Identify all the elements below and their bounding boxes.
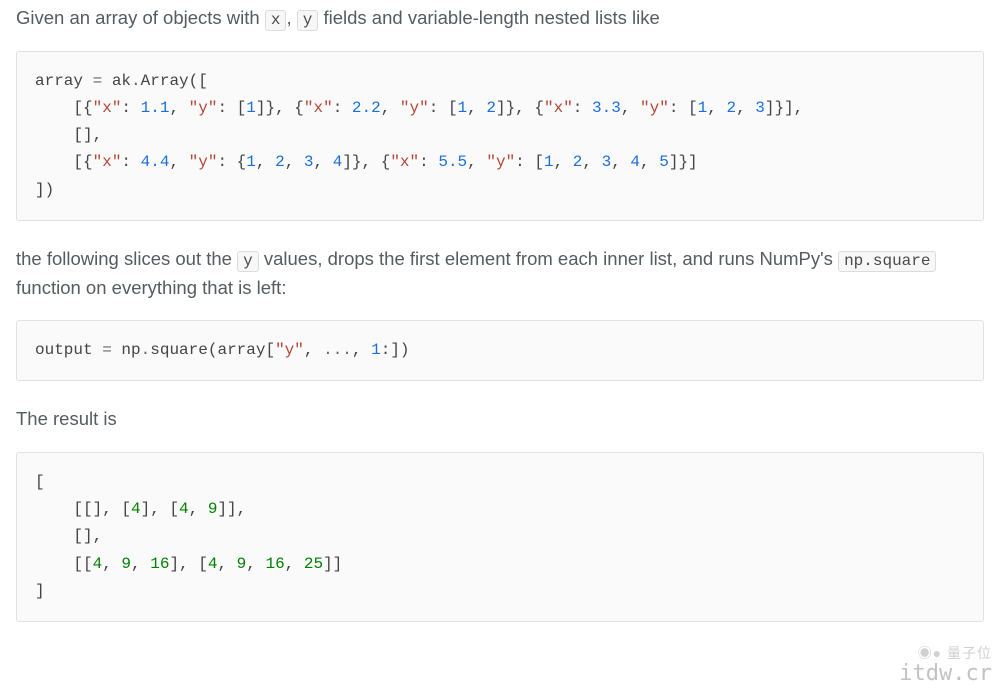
text: , <box>286 7 296 28</box>
paragraph-result: The result is <box>16 405 984 434</box>
text: the following slices out the <box>16 248 237 269</box>
watermark-line2: itdw.cr <box>899 661 992 686</box>
code-block-output-expr: output = np.square(array["y", ..., 1:]) <box>16 320 984 381</box>
text: function on everything that is left: <box>16 277 286 298</box>
inline-code-y: y <box>297 10 319 31</box>
inline-code-y2: y <box>237 251 259 272</box>
paragraph-slice: the following slices out the y values, d… <box>16 245 984 302</box>
text: Given an array of objects with <box>16 7 265 28</box>
code-block-result: [ [[], [4], [4, 9]], [], [[4, 9, 16], [4… <box>16 452 984 622</box>
inline-code-x: x <box>265 10 287 31</box>
text: fields and variable-length nested lists … <box>318 7 659 28</box>
code-block-array-def: array = ak.Array([ [{"x": 1.1, "y": [1]}… <box>16 51 984 221</box>
inline-code-npsquare: np.square <box>838 251 936 272</box>
paragraph-intro: Given an array of objects with x, y fiel… <box>16 4 984 33</box>
document-page: Given an array of objects with x, y fiel… <box>0 0 1000 662</box>
text: values, drops the first element from eac… <box>259 248 838 269</box>
